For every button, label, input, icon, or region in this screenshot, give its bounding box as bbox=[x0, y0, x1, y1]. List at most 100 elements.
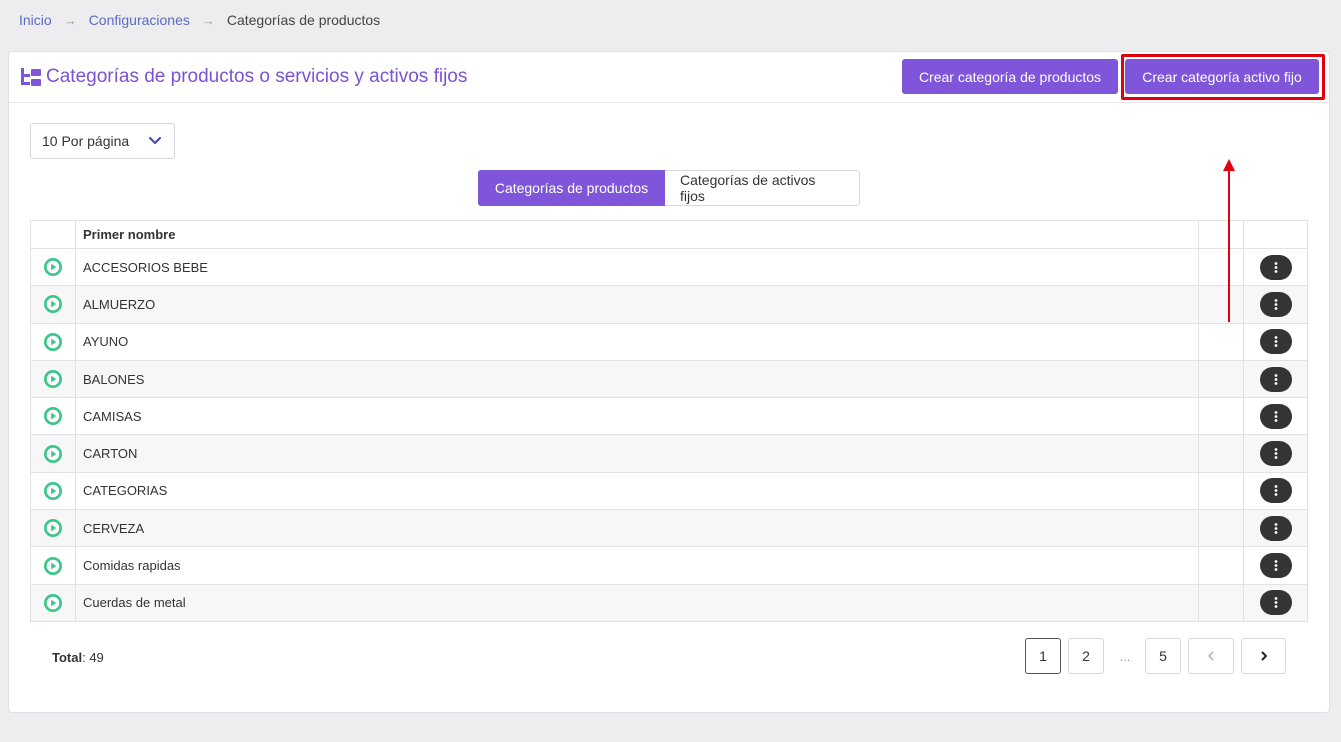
table-row: CERVEZA bbox=[30, 509, 1308, 548]
row-options-button[interactable] bbox=[1259, 291, 1292, 317]
play-circle-icon[interactable] bbox=[44, 519, 62, 538]
row-play-cell bbox=[30, 583, 76, 622]
column-header-menu bbox=[1243, 220, 1308, 249]
page-button-5[interactable]: 5 bbox=[1145, 638, 1181, 674]
row-play-cell bbox=[30, 359, 76, 399]
table-header-row: Primer nombre bbox=[30, 220, 1308, 249]
prev-page-button[interactable] bbox=[1188, 638, 1234, 674]
annotation-arrow-head bbox=[1223, 159, 1235, 171]
per-page-select[interactable]: 10 Por página bbox=[30, 123, 175, 159]
row-menu-cell bbox=[1243, 397, 1308, 436]
row-play-cell bbox=[30, 397, 76, 436]
row-extra-cell bbox=[1198, 397, 1244, 436]
table-row: CATEGORIAS bbox=[30, 471, 1308, 511]
row-options-button[interactable] bbox=[1259, 441, 1292, 467]
row-options-button[interactable] bbox=[1259, 590, 1292, 616]
play-circle-icon[interactable] bbox=[44, 593, 62, 612]
row-name-cell: CARTON bbox=[75, 434, 1199, 473]
category-tabs: Categorías de productos Categorías de ac… bbox=[478, 170, 860, 206]
row-name-cell: Comidas rapidas bbox=[75, 546, 1199, 585]
page-title-text: Categorías de productos o servicios y ac… bbox=[46, 66, 468, 87]
column-header-extra bbox=[1198, 220, 1244, 249]
page-button-1[interactable]: 1 bbox=[1025, 638, 1061, 674]
card-header: Categorías de productos o servicios y ac… bbox=[9, 52, 1329, 103]
column-header-name[interactable]: Primer nombre bbox=[75, 220, 1199, 249]
highlight-annotation-box bbox=[1121, 54, 1325, 100]
row-extra-cell bbox=[1198, 359, 1244, 399]
play-circle-icon[interactable] bbox=[44, 481, 62, 500]
row-options-button[interactable] bbox=[1259, 366, 1292, 392]
row-name-cell: CATEGORIAS bbox=[75, 471, 1199, 511]
vertical-dots-icon bbox=[1274, 299, 1277, 310]
table-row: BALONES bbox=[30, 359, 1308, 399]
vertical-dots-icon bbox=[1274, 336, 1277, 348]
chevron-right-icon bbox=[1261, 651, 1267, 661]
next-page-button[interactable] bbox=[1241, 638, 1286, 674]
row-extra-cell bbox=[1198, 509, 1244, 548]
table-row: Cuerdas de metal bbox=[30, 583, 1308, 622]
row-menu-cell bbox=[1243, 583, 1308, 622]
row-menu-cell bbox=[1243, 509, 1308, 548]
column-header-action bbox=[30, 220, 76, 249]
play-circle-icon[interactable] bbox=[44, 258, 62, 277]
row-menu-cell bbox=[1243, 322, 1308, 361]
chevron-left-icon bbox=[1208, 651, 1214, 661]
vertical-dots-icon bbox=[1274, 522, 1277, 534]
table-row: ACCESORIOS BEBE bbox=[30, 247, 1308, 287]
category-tree-icon bbox=[21, 68, 41, 86]
vertical-dots-icon bbox=[1274, 373, 1277, 385]
vertical-dots-icon bbox=[1274, 261, 1277, 273]
row-options-button[interactable] bbox=[1259, 403, 1292, 429]
page-button-2[interactable]: 2 bbox=[1068, 638, 1104, 674]
row-options-button[interactable] bbox=[1259, 478, 1292, 504]
play-circle-icon[interactable] bbox=[44, 444, 62, 463]
row-name-cell: ALMUERZO bbox=[75, 285, 1199, 324]
row-play-cell bbox=[30, 322, 76, 361]
vertical-dots-icon bbox=[1274, 597, 1277, 609]
row-extra-cell bbox=[1198, 583, 1244, 622]
row-options-button[interactable] bbox=[1259, 254, 1292, 280]
table-row: CARTON bbox=[30, 434, 1308, 473]
breadcrumb-home-link[interactable]: Inicio bbox=[19, 12, 52, 28]
row-name-cell: CERVEZA bbox=[75, 509, 1199, 548]
row-options-button[interactable] bbox=[1259, 553, 1292, 579]
table-row: ALMUERZO bbox=[30, 285, 1308, 324]
row-extra-cell bbox=[1198, 285, 1244, 324]
breadcrumb-current: Categorías de productos bbox=[226, 12, 381, 28]
row-extra-cell bbox=[1198, 247, 1244, 287]
total-label: Total bbox=[52, 650, 83, 665]
row-menu-cell bbox=[1243, 285, 1308, 324]
breadcrumb-settings-link[interactable]: Configuraciones bbox=[89, 12, 190, 28]
tab-product-categories[interactable]: Categorías de productos bbox=[478, 170, 665, 206]
row-play-cell bbox=[30, 546, 76, 585]
tab-asset-categories[interactable]: Categorías de activos fijos bbox=[665, 170, 860, 206]
row-menu-cell bbox=[1243, 434, 1308, 473]
table-row: Comidas rapidas bbox=[30, 546, 1308, 585]
table-row: AYUNO bbox=[30, 322, 1308, 361]
row-name-cell: Cuerdas de metal bbox=[75, 583, 1199, 622]
row-name-cell: AYUNO bbox=[75, 322, 1199, 361]
row-menu-cell bbox=[1243, 359, 1308, 399]
play-circle-icon[interactable] bbox=[44, 370, 62, 389]
vertical-dots-icon bbox=[1274, 410, 1277, 422]
row-play-cell bbox=[30, 285, 76, 324]
row-name-cell: ACCESORIOS BEBE bbox=[75, 247, 1199, 287]
breadcrumb-separator: → bbox=[201, 12, 215, 28]
page-ellipsis: ... bbox=[1119, 648, 1131, 664]
row-play-cell bbox=[30, 434, 76, 473]
total-count: Total: 49 bbox=[52, 650, 104, 665]
play-circle-icon[interactable] bbox=[44, 407, 62, 426]
row-extra-cell bbox=[1198, 322, 1244, 361]
row-play-cell bbox=[30, 509, 76, 548]
row-play-cell bbox=[30, 471, 76, 511]
categories-table: Primer nombre ACCESORIOS BEBE ALMUERZO AYU… bbox=[30, 220, 1308, 622]
play-circle-icon[interactable] bbox=[44, 295, 62, 314]
row-options-button[interactable] bbox=[1259, 329, 1292, 355]
table-row: CAMISAS bbox=[30, 397, 1308, 436]
annotation-arrow-line bbox=[1228, 162, 1230, 322]
play-circle-icon[interactable] bbox=[44, 332, 62, 351]
breadcrumb-separator: → bbox=[63, 12, 77, 28]
play-circle-icon[interactable] bbox=[44, 556, 62, 575]
create-product-category-button[interactable]: Crear categoría de productos bbox=[902, 59, 1118, 94]
row-options-button[interactable] bbox=[1259, 515, 1292, 541]
